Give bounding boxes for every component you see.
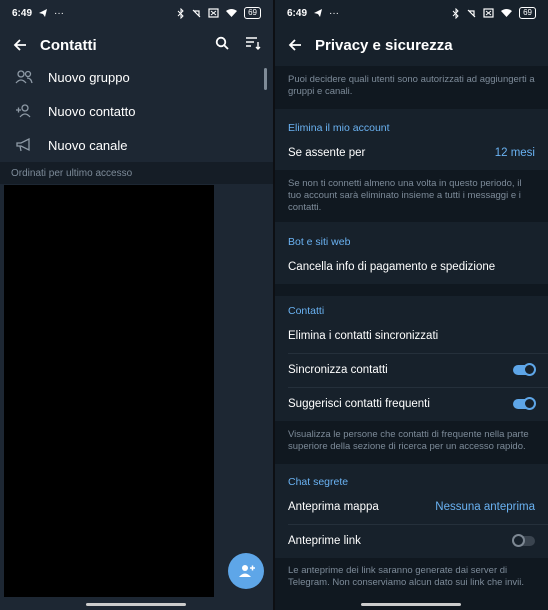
- battery-indicator: 69: [519, 7, 536, 19]
- more-notifications-icon: ···: [54, 7, 65, 19]
- telegram-notification-icon: [314, 9, 323, 17]
- vibrate-off-icon: [467, 9, 476, 17]
- group-icon: [15, 70, 33, 84]
- groups-info-text: Puoi decidere quali utenti sono autorizz…: [275, 66, 548, 109]
- battery-indicator: 69: [244, 7, 261, 19]
- delete-account-info-text: Se non ti connetti almeno una volta in q…: [275, 170, 548, 222]
- arrow-left-icon: [13, 39, 26, 51]
- contacts-section-title: Contatti: [288, 305, 325, 317]
- search-button[interactable]: [215, 36, 229, 55]
- app-bar: Contatti: [0, 26, 273, 64]
- sync-contacts-label: Sincronizza contatti: [288, 364, 388, 376]
- new-group-item[interactable]: Nuovo gruppo: [0, 60, 273, 94]
- back-button[interactable]: [275, 38, 315, 52]
- suggest-frequent-toggle[interactable]: [513, 397, 536, 410]
- add-person-icon: [16, 104, 31, 118]
- toggle-knob: [523, 397, 536, 410]
- delete-account-section-title: Elimina il mio account: [288, 122, 390, 134]
- app-bar: Privacy e sicurezza: [275, 26, 548, 64]
- megaphone-icon: [16, 138, 30, 152]
- new-contact-item[interactable]: Nuovo contatto: [0, 94, 273, 128]
- wifi-icon: [226, 9, 238, 17]
- sort-button[interactable]: [245, 36, 261, 55]
- section-separator: [275, 284, 548, 296]
- sort-order-header: Ordinati per ultimo accesso: [0, 162, 273, 184]
- vibrate-off-icon: [192, 9, 201, 17]
- map-preview-row[interactable]: Anteprima mappa Nessuna anteprima: [275, 490, 548, 524]
- new-channel-label: Nuovo canale: [48, 137, 128, 153]
- account-ttl-row[interactable]: Se assente per 12 mesi: [275, 136, 548, 170]
- privacy-screen: 6:49 ··· 69 Privacy e sicurezza Puoi dec…: [275, 0, 548, 610]
- status-time: 6:49: [12, 7, 33, 19]
- add-contact-fab[interactable]: [228, 553, 264, 589]
- delete-synced-contacts-label: Elimina i contatti sincronizzati: [288, 330, 439, 342]
- page-title: Contatti: [40, 36, 97, 54]
- link-previews-row[interactable]: Anteprime link: [275, 524, 548, 558]
- arrow-left-icon: [288, 39, 301, 51]
- suggest-frequent-row[interactable]: Suggerisci contatti frequenti: [275, 387, 548, 421]
- redacted-contacts-list: [4, 185, 214, 597]
- clear-payment-info-row[interactable]: Cancella info di pagamento e spedizione: [275, 250, 548, 284]
- account-ttl-label: Se assente per: [288, 147, 366, 159]
- map-preview-label: Anteprima mappa: [288, 501, 379, 513]
- suggest-frequent-label: Suggerisci contatti frequenti: [288, 398, 430, 410]
- search-icon: [215, 36, 229, 50]
- bots-section-title: Bot e siti web: [288, 236, 351, 248]
- gesture-bar: [86, 603, 186, 606]
- toggle-knob: [523, 363, 536, 376]
- delete-synced-contacts-row[interactable]: Elimina i contatti sincronizzati: [275, 319, 548, 353]
- link-previews-label: Anteprime link: [288, 535, 361, 547]
- account-ttl-value: 12 mesi: [494, 147, 535, 159]
- status-bar: 6:49 ··· 69: [275, 0, 548, 26]
- bluetooth-icon: [177, 7, 184, 19]
- sim-off-icon: [208, 8, 219, 18]
- new-group-label: Nuovo gruppo: [48, 69, 130, 85]
- toggle-knob: [512, 534, 525, 547]
- bluetooth-icon: [452, 7, 459, 19]
- map-preview-value: Nessuna anteprima: [435, 501, 535, 513]
- sync-contacts-row[interactable]: Sincronizza contatti: [275, 353, 548, 387]
- gesture-bar: [361, 603, 461, 606]
- secret-chats-section-title: Chat segrete: [288, 476, 349, 488]
- status-time: 6:49: [287, 7, 308, 19]
- telegram-notification-icon: [39, 9, 48, 17]
- new-channel-item[interactable]: Nuovo canale: [0, 128, 273, 162]
- new-contact-label: Nuovo contatto: [48, 103, 136, 119]
- back-button[interactable]: [0, 38, 40, 52]
- link-previews-toggle[interactable]: [512, 534, 535, 547]
- status-bar: 6:49 ··· 69: [0, 0, 273, 26]
- sort-icon: [246, 36, 261, 50]
- clear-payment-info-label: Cancella info di pagamento e spedizione: [288, 261, 496, 273]
- scrollbar-thumb[interactable]: [264, 68, 267, 90]
- sim-off-icon: [483, 8, 494, 18]
- sync-contacts-toggle[interactable]: [513, 363, 536, 376]
- more-notifications-icon: ···: [329, 7, 340, 19]
- add-person-icon: [239, 565, 255, 577]
- wifi-icon: [501, 9, 513, 17]
- page-title: Privacy e sicurezza: [315, 36, 453, 54]
- suggest-frequent-info-text: Visualizza le persone che contatti di fr…: [275, 421, 548, 464]
- contacts-screen: 6:49 ··· 69 Contatti Nuovo gruppo Nuovo …: [0, 0, 273, 610]
